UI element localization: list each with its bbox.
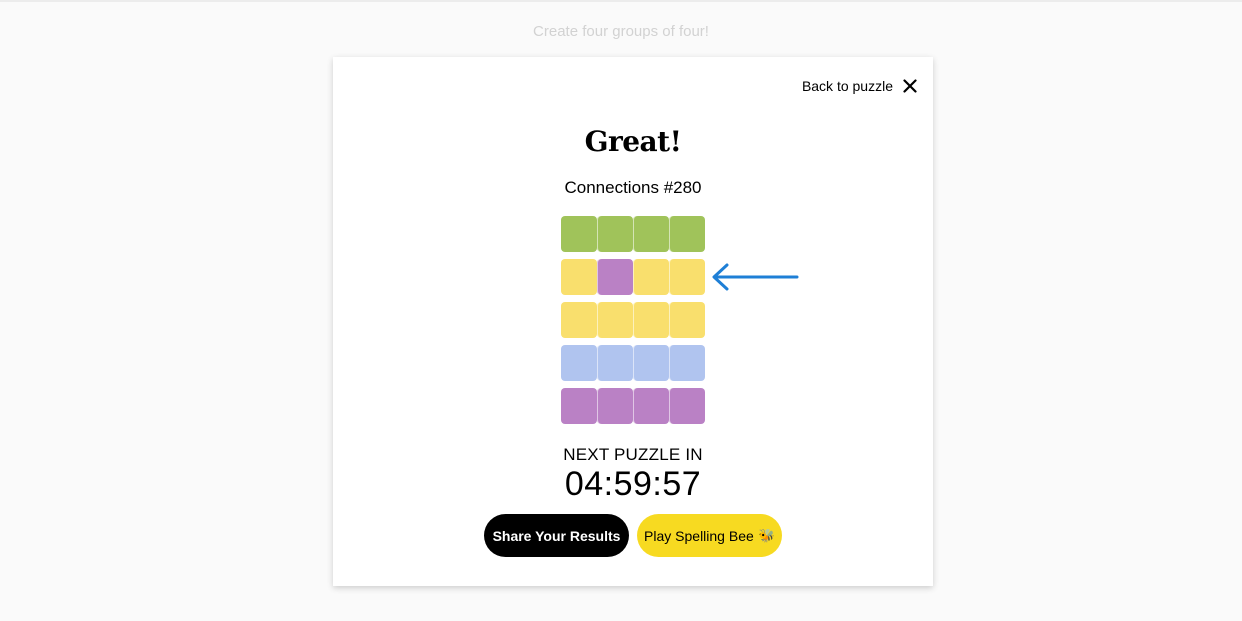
result-tile-purple xyxy=(597,388,633,424)
result-tile-blue xyxy=(633,345,669,381)
result-grid-row xyxy=(561,345,705,381)
result-tile-yellow xyxy=(633,302,669,338)
result-tile-purple xyxy=(633,388,669,424)
result-tile-green xyxy=(669,216,705,252)
top-divider xyxy=(0,0,1242,2)
page-subtitle: Create four groups of four! xyxy=(533,23,709,40)
result-grid-row xyxy=(561,216,705,252)
results-modal: Back to puzzle Great! Connections #280 N… xyxy=(333,57,933,586)
result-tile-green xyxy=(561,216,597,252)
result-tile-green xyxy=(597,216,633,252)
result-tile-green xyxy=(633,216,669,252)
bee-icon: 🐝 xyxy=(758,527,775,543)
close-icon[interactable] xyxy=(903,79,917,93)
result-tile-yellow xyxy=(561,259,597,295)
result-grid-row xyxy=(561,302,705,338)
back-to-puzzle-label: Back to puzzle xyxy=(801,78,893,94)
puzzle-number: Connections #280 xyxy=(564,178,702,197)
result-grid-row xyxy=(561,259,705,295)
next-puzzle-label: NEXT PUZZLE IN xyxy=(563,445,703,464)
result-headline: Great! xyxy=(584,125,682,158)
result-tile-blue xyxy=(597,345,633,381)
result-tile-purple xyxy=(561,388,597,424)
result-grid-row xyxy=(561,388,705,424)
back-to-puzzle-button[interactable]: Back to puzzle xyxy=(802,75,917,97)
play-spelling-bee-button[interactable]: Play Spelling Bee 🐝 xyxy=(637,514,782,557)
result-tile-yellow xyxy=(561,302,597,338)
result-tile-yellow xyxy=(633,259,669,295)
result-tile-blue xyxy=(669,345,705,381)
result-tile-purple xyxy=(597,259,633,295)
countdown-timer: 04:59:57 xyxy=(564,465,702,503)
arrow-left-icon xyxy=(712,263,799,291)
result-tile-blue xyxy=(561,345,597,381)
share-results-button[interactable]: Share Your Results xyxy=(484,514,629,557)
result-tile-yellow xyxy=(669,302,705,338)
play-spelling-bee-label: Play Spelling Bee xyxy=(644,527,754,544)
result-tile-yellow xyxy=(597,302,633,338)
result-grid xyxy=(561,216,705,431)
result-tile-purple xyxy=(669,388,705,424)
result-tile-yellow xyxy=(669,259,705,295)
